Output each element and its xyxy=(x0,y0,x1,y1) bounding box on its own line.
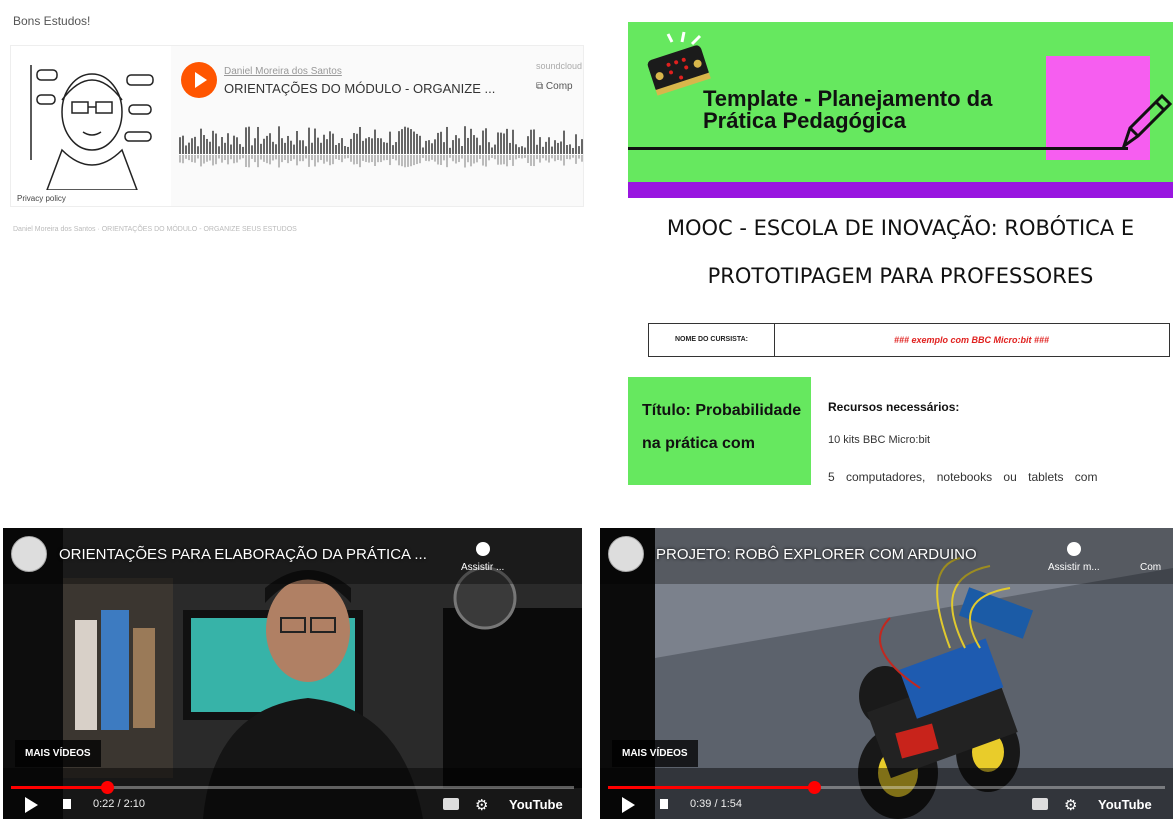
doc-heading: MOOC - ESCOLA DE INOVAÇÃO: ROBÓTICA E PR… xyxy=(628,208,1173,296)
doc-heading-line-1: MOOC - ESCOLA DE INOVAÇÃO: ROBÓTICA E xyxy=(666,216,1135,240)
soundcloud-player[interactable]: Privacy policy Daniel Moreira dos Santos… xyxy=(10,45,584,207)
track-title[interactable]: ORIENTAÇÕES DO MÓDULO - ORGANIZE ... xyxy=(224,81,495,96)
play-button[interactable] xyxy=(181,62,217,98)
time-display: 0:39 / 1:54 xyxy=(690,798,742,810)
resource-item: 10 kits BBC Micro:bit xyxy=(828,434,931,446)
video-title[interactable]: PROJETO: ROBÔ EXPLORER COM ARDUINO xyxy=(656,546,977,563)
gear-icon[interactable]: ⚙ xyxy=(1064,796,1077,814)
track-caption-link[interactable]: Daniel Moreira dos Santos · ORIENTAÇÕES … xyxy=(13,226,297,233)
more-videos-button[interactable]: MAIS VÍDEOS xyxy=(15,740,101,767)
greeting-text: Bons Estudos! xyxy=(13,14,91,28)
channel-avatar[interactable] xyxy=(11,536,47,572)
privacy-policy-link[interactable]: Privacy policy xyxy=(17,194,66,203)
more-videos-button[interactable]: MAIS VÍDEOS xyxy=(612,740,698,767)
watch-later-label: Assistir ... xyxy=(461,562,505,573)
student-name-table: NOME DO CURSISTA: ### exemplo com BBC Mi… xyxy=(648,323,1170,357)
doc-title: Template - Planejamento da Prática Pedag… xyxy=(703,86,993,133)
subtitles-icon[interactable] xyxy=(443,798,459,810)
share-icon: ⧉ xyxy=(536,81,546,92)
watch-later-button[interactable]: Assistir m... xyxy=(1048,542,1100,573)
soundcloud-logo-icon[interactable]: soundcloud xyxy=(536,61,582,71)
pencil-icon xyxy=(1121,93,1173,150)
youtube-logo[interactable]: YouTube xyxy=(1098,797,1152,812)
artist-link[interactable]: Daniel Moreira dos Santos xyxy=(224,66,342,77)
volume-icon[interactable] xyxy=(63,799,71,809)
subtitles-icon[interactable] xyxy=(1032,798,1048,810)
track-artwork[interactable]: Privacy policy xyxy=(11,46,171,206)
doc-heading-line-2: PROTOTIPAGEM PARA PROFESSORES xyxy=(707,264,1094,288)
share-button[interactable]: ⧉ Comp xyxy=(536,81,573,92)
share-button[interactable]: Com xyxy=(1140,562,1161,573)
play-icon[interactable] xyxy=(25,797,38,813)
time-display: 0:22 / 2:10 xyxy=(93,798,145,810)
youtube-logo[interactable]: YouTube xyxy=(509,797,563,812)
student-name-value: ### exemplo com BBC Micro:bit ### xyxy=(893,335,1050,345)
resources-heading: Recursos necessários: xyxy=(828,400,960,414)
sketch-portrait-image xyxy=(30,65,154,190)
channel-avatar[interactable] xyxy=(608,536,644,572)
youtube-player-2[interactable]: PROJETO: ROBÔ EXPLORER COM ARDUINO Assis… xyxy=(600,528,1173,819)
player-controls: 0:39 / 1:54 ⚙ YouTube xyxy=(600,789,1173,819)
student-name-label: NOME DO CURSISTA: xyxy=(649,324,775,356)
resource-item: 5 computadores, notebooks ou tablets com xyxy=(828,470,1098,484)
title-box-text: Título: Probabilidade na prática com xyxy=(642,402,802,452)
clock-icon xyxy=(1066,542,1081,556)
watch-later-button[interactable]: Assistir ... xyxy=(461,542,504,573)
volume-icon[interactable] xyxy=(660,799,668,809)
video-title[interactable]: ORIENTAÇÕES PARA ELABORAÇÃO DA PRÁTICA .… xyxy=(59,546,427,563)
share-label: Comp xyxy=(545,81,573,92)
divider-line xyxy=(628,147,1128,150)
watch-later-label: Assistir m... xyxy=(1048,562,1100,573)
clock-icon xyxy=(475,542,490,556)
waveform[interactable] xyxy=(179,124,583,176)
purple-stripe xyxy=(628,182,1173,198)
play-icon[interactable] xyxy=(622,797,635,813)
gear-icon[interactable]: ⚙ xyxy=(475,796,488,814)
document-preview: Template - Planejamento da Prática Pedag… xyxy=(628,0,1173,485)
youtube-player-1[interactable]: ORIENTAÇÕES PARA ELABORAÇÃO DA PRÁTICA .… xyxy=(3,528,582,819)
player-controls: 0:22 / 2:10 ⚙ YouTube xyxy=(3,789,582,819)
